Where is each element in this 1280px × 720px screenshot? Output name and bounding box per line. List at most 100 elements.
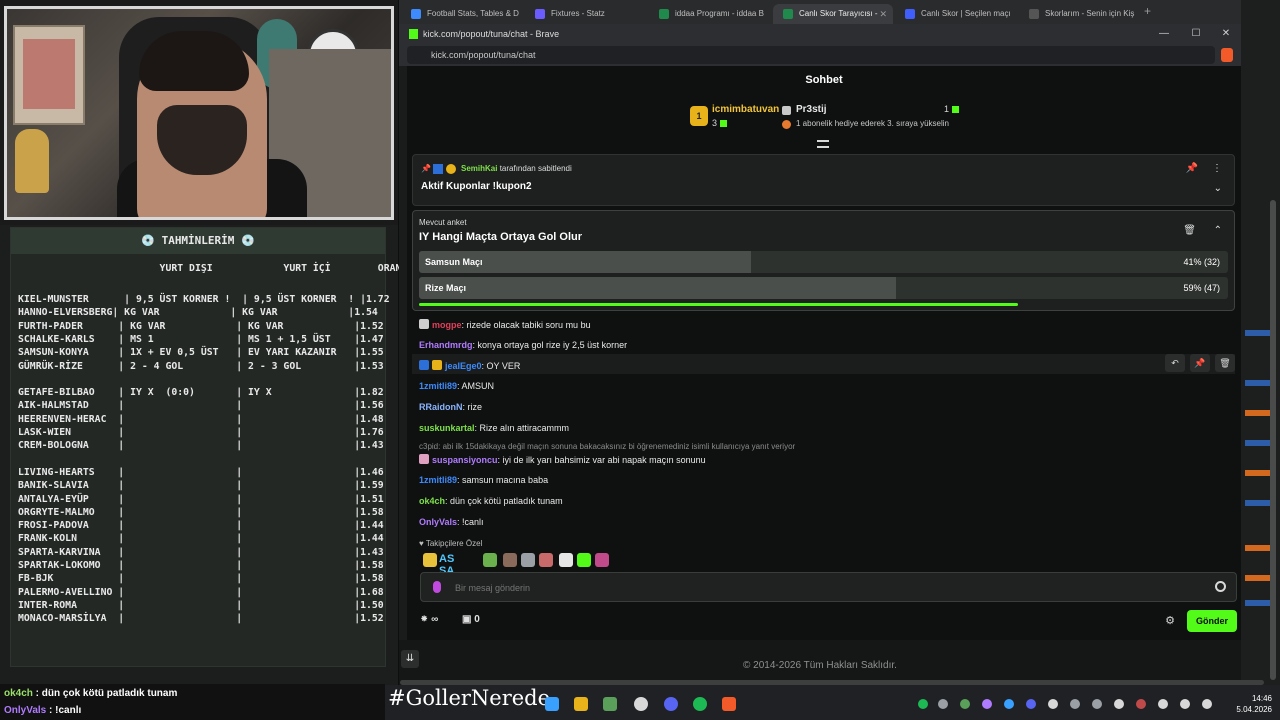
badge-icon bbox=[419, 319, 429, 329]
tray-spotify-icon[interactable] bbox=[918, 699, 928, 709]
gift-count[interactable]: ▣ 0 bbox=[462, 614, 480, 625]
send-button[interactable]: Gönder bbox=[1187, 610, 1237, 632]
predictions-box: 💿 TAHMİNLERİM 💿 YURT DIŞI YURT İÇİ ORAN … bbox=[10, 227, 401, 667]
brave-browser-icon[interactable] bbox=[722, 697, 736, 711]
poll-card: Mevcut anket IY Hangi Maçta Ortaya Gol O… bbox=[412, 210, 1235, 311]
spotify-icon[interactable] bbox=[693, 697, 707, 711]
url-field[interactable]: kick.com/popout/tuna/chat bbox=[407, 46, 1215, 64]
gift-icon bbox=[952, 106, 960, 114]
prediction-row: MONACO-MARSİLYA | | |1.52 bbox=[18, 613, 384, 625]
chat-message[interactable]: jealEge0: OY VER bbox=[419, 360, 520, 371]
chat-message[interactable]: RRaidonN: rize bbox=[419, 402, 482, 412]
pinned-by-name[interactable]: SemihKai bbox=[461, 164, 497, 173]
chat-message[interactable]: OnlyVals: !canlı bbox=[419, 517, 484, 527]
chat-message[interactable]: mogpe: rizede olacak tabiki soru mu bu bbox=[419, 319, 591, 330]
tray-app-icon[interactable] bbox=[1070, 699, 1080, 709]
delete-poll-icon[interactable]: 🗑 bbox=[1183, 225, 1196, 236]
battery-icon[interactable] bbox=[1202, 699, 1212, 709]
message-input[interactable] bbox=[455, 578, 1195, 598]
prediction-row: FROSI-PADOVA | | |1.44 bbox=[18, 520, 384, 532]
pin-message-icon[interactable]: 📌 bbox=[1190, 354, 1210, 372]
browser-tab-active[interactable]: Canlı Skor Tarayıcısı - ✕ bbox=[773, 4, 893, 24]
more-options-icon[interactable]: ⋮ bbox=[1212, 163, 1222, 174]
vertical-scrollbar[interactable] bbox=[1270, 200, 1276, 680]
leader-username[interactable]: icmimbatuvan bbox=[712, 104, 779, 115]
settings-gear-icon[interactable]: ⚙ bbox=[1165, 614, 1175, 627]
poll-option-result: 59% (47) bbox=[1183, 283, 1220, 293]
browser-tab[interactable]: Football Stats, Tables & D bbox=[401, 4, 523, 24]
popup-title-bar: kick.com/popout/tuna/chat - Brave bbox=[399, 24, 1241, 44]
system-clock[interactable]: 14:46 5.04.2026 bbox=[1232, 693, 1272, 715]
emote-icon[interactable] bbox=[577, 553, 591, 567]
obs-icon[interactable] bbox=[634, 697, 648, 711]
clock-date: 5.04.2026 bbox=[1236, 705, 1272, 714]
tray-app-icon[interactable] bbox=[960, 699, 970, 709]
unpin-icon[interactable]: 📌 bbox=[1186, 163, 1198, 174]
browser-tab[interactable]: Canlı Skor | Seçilen maçı bbox=[895, 4, 1017, 24]
trophy-image bbox=[15, 129, 49, 193]
minimize-icon[interactable]: — bbox=[1149, 24, 1179, 44]
tray-app-icon[interactable] bbox=[1114, 699, 1124, 709]
browser-tab[interactable]: Fixtures - Statz bbox=[525, 4, 647, 24]
poll-option[interactable]: Rize Maçı 59% (47) bbox=[419, 277, 1228, 299]
gift-icon: ▣ bbox=[462, 614, 472, 625]
poll-question: IY Hangi Maçta Ortaya Gol Olur bbox=[419, 231, 583, 243]
close-tab-icon[interactable]: ✕ bbox=[879, 4, 887, 24]
pin-icon: 📌 bbox=[421, 164, 431, 173]
chat-message[interactable]: Erhandmrdg: konya ortaya gol rize iy 2,5… bbox=[419, 340, 627, 350]
browser-tab[interactable]: iddaa Programı - iddaa B bbox=[649, 4, 771, 24]
new-tab-icon[interactable]: + bbox=[1144, 4, 1151, 18]
network-icon[interactable] bbox=[1158, 699, 1168, 709]
tray-app-icon[interactable] bbox=[1048, 699, 1058, 709]
browser-tab[interactable]: Skorlarım - Senin için Kiş bbox=[1019, 4, 1141, 24]
tray-app-icon[interactable] bbox=[1136, 699, 1146, 709]
chat-message[interactable]: ok4ch: dün çok kötü patladık tunam bbox=[419, 496, 563, 506]
hovered-message-row[interactable]: ↶ 📌 🗑 bbox=[412, 354, 1235, 374]
chat-message[interactable]: suspansiyoncu: iyi de ilk yarı bahsimiz … bbox=[419, 454, 706, 465]
microphone-icon[interactable] bbox=[433, 581, 441, 593]
reply-context: c3pid: abi ilk 15dakikaya değil maçın so… bbox=[419, 442, 796, 451]
tray-app-icon[interactable] bbox=[938, 699, 948, 709]
reply-icon[interactable]: ↶ bbox=[1165, 354, 1185, 372]
chat-message[interactable]: 1zmitli89: AMSUN bbox=[419, 381, 494, 391]
prediction-row: SPARTAK-LOKOMO | | |1.58 bbox=[18, 560, 384, 571]
emote-icon[interactable] bbox=[483, 553, 497, 567]
prediction-row: FB-BJK | | |1.58 bbox=[18, 573, 384, 585]
delete-message-icon[interactable]: 🗑 bbox=[1215, 354, 1235, 372]
tray-app-icon[interactable] bbox=[1092, 699, 1102, 709]
pinned-text: Aktif Kuponlar !kupon2 bbox=[421, 181, 532, 192]
overlay-chat-line: ok4ch : dün çok kötü patladık tunam bbox=[4, 688, 178, 699]
second-username[interactable]: Pr3stij bbox=[782, 104, 827, 115]
tray-discord-icon[interactable] bbox=[1026, 699, 1036, 709]
emote-icon[interactable] bbox=[423, 553, 437, 567]
chat-message[interactable]: 1zmitli89: samsun macına baba bbox=[419, 475, 548, 485]
emote-icon[interactable] bbox=[503, 553, 517, 567]
chevron-down-icon[interactable]: ⌄ bbox=[1214, 183, 1222, 194]
streamer-beard bbox=[157, 105, 247, 175]
prediction-row: SAMSUN-KONYA | 1X + EV 0,5 ÜST | EV YARI… bbox=[18, 347, 384, 359]
close-window-icon[interactable]: ✕ bbox=[1211, 24, 1241, 44]
channel-points-icon[interactable]: ⁕ ∞ bbox=[420, 614, 438, 625]
predictions-title: 💿 TAHMİNLERİM 💿 bbox=[11, 228, 385, 254]
chevron-up-icon[interactable]: ⌃ bbox=[1214, 225, 1222, 236]
brave-shield-icon[interactable] bbox=[1221, 48, 1233, 62]
overlay-chat: ok4ch : dün çok kötü patladık tunam Only… bbox=[0, 684, 385, 720]
poll-option[interactable]: Samsun Maçı 41% (32) bbox=[419, 251, 1228, 273]
emote-icon[interactable] bbox=[595, 553, 609, 567]
chat-message[interactable]: suskunkartal: Rize alın attiracammm bbox=[419, 423, 569, 433]
notepad-icon[interactable] bbox=[603, 697, 617, 711]
emote-icon[interactable] bbox=[521, 553, 535, 567]
discord-icon[interactable] bbox=[664, 697, 678, 711]
emote-icon[interactable] bbox=[559, 553, 573, 567]
emoji-icon[interactable] bbox=[1215, 581, 1226, 592]
collapse-leaderboard-icon[interactable] bbox=[817, 140, 829, 148]
bluetooth-icon[interactable] bbox=[1004, 699, 1014, 709]
windows-start-icon[interactable] bbox=[545, 697, 559, 711]
gift-leaderboard: 1 icmimbatuvan 3 Pr3stij 1 1 abonelik he… bbox=[690, 102, 1090, 134]
maximize-icon[interactable]: ☐ bbox=[1181, 24, 1211, 44]
gift-count-value: 0 bbox=[474, 614, 480, 625]
tray-app-icon[interactable] bbox=[982, 699, 992, 709]
volume-icon[interactable] bbox=[1180, 699, 1190, 709]
file-explorer-icon[interactable] bbox=[574, 697, 588, 711]
emote-icon[interactable] bbox=[539, 553, 553, 567]
